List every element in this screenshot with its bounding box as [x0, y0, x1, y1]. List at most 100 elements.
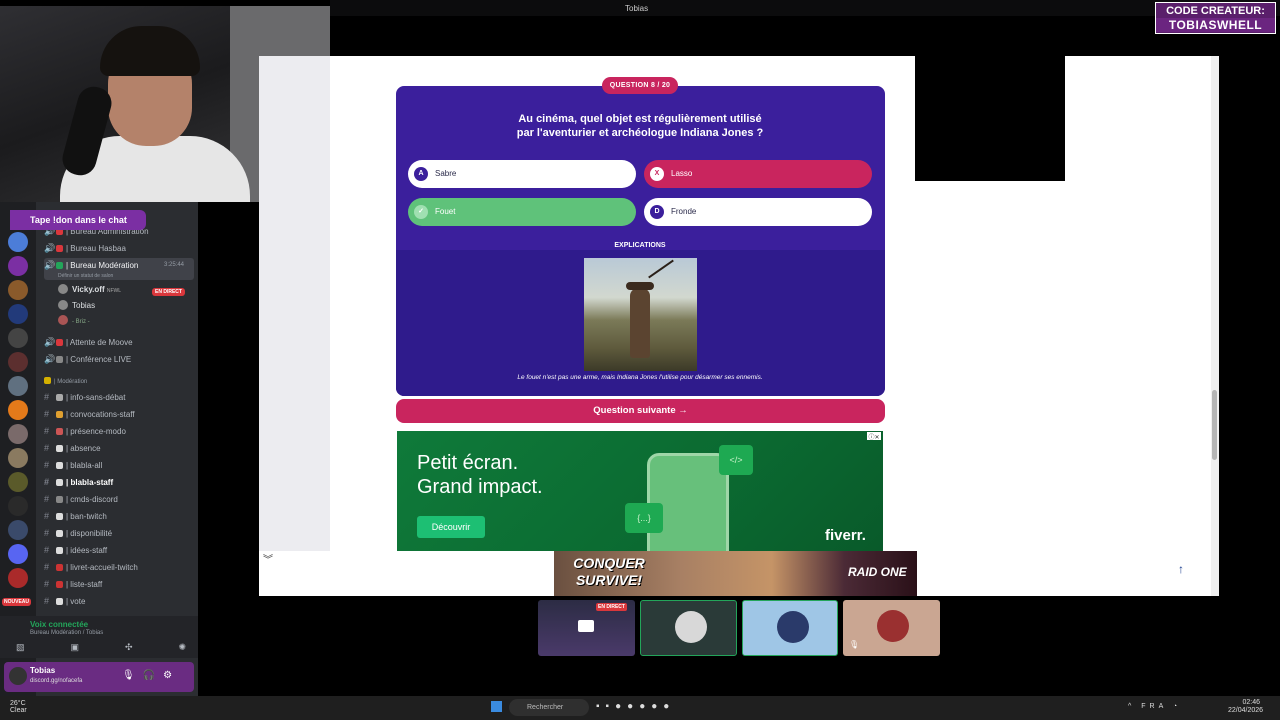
server-icon[interactable]: [8, 232, 28, 252]
avatar: [777, 611, 809, 643]
brackets-icon: {...}: [625, 503, 663, 533]
category-moderation[interactable]: | Modération: [44, 375, 194, 389]
muted-mic-icon: 🎙: [849, 640, 860, 649]
channel-bureau-moderation[interactable]: 🔊 | Bureau Modération 3:25:44 Définir un …: [44, 258, 194, 280]
server-icon[interactable]: [8, 448, 28, 468]
clock[interactable]: 02:46 22/04/2026: [1228, 699, 1263, 715]
channel-ban-twitch[interactable]: # | ban-twitch: [44, 509, 194, 523]
app-icon[interactable]: ●: [639, 701, 651, 712]
hash-icon: #: [44, 545, 50, 555]
server-icon[interactable]: [8, 568, 28, 588]
server-icon[interactable]: [8, 424, 28, 444]
taskbar-apps: ▪▪●●●●●: [596, 701, 675, 712]
mic-icon[interactable]: 🎙: [122, 670, 143, 681]
discord-icon[interactable]: ●: [651, 701, 663, 712]
screen-share-icon[interactable]: ▣: [70, 642, 79, 656]
scroll-to-top-icon[interactable]: ↑: [1178, 562, 1184, 576]
participant-tile[interactable]: [640, 600, 737, 656]
channel-blabla-all[interactable]: # | blabla-all: [44, 458, 194, 472]
server-icon[interactable]: [8, 496, 28, 516]
hash-icon: #: [44, 443, 50, 453]
channel-vote[interactable]: # | vote: [44, 594, 194, 608]
scrollbar[interactable]: [1211, 56, 1219, 596]
participant-tile[interactable]: [742, 600, 838, 656]
server-icon[interactable]: [8, 328, 28, 348]
channel-conference-live[interactable]: 🔊 | Conférence LIVE: [44, 352, 194, 366]
lang-indicator[interactable]: FRA: [1141, 703, 1167, 710]
hash-icon: #: [44, 511, 50, 521]
creator-code-value: TOBIASWHELL: [1156, 18, 1275, 32]
avatar: [58, 315, 68, 325]
windows-start-icon[interactable]: [491, 701, 502, 712]
channel-absence[interactable]: # | absence: [44, 441, 194, 455]
soundboard-icon[interactable]: ✺: [178, 642, 186, 656]
server-icon[interactable]: [8, 352, 28, 372]
server-icon[interactable]: [8, 544, 28, 564]
system-tray[interactable]: ^ FRA ◔: [1128, 703, 1181, 710]
chevron-up-icon[interactable]: ^: [1128, 703, 1135, 710]
headphones-icon[interactable]: 🎧: [143, 670, 163, 681]
server-icon[interactable]: [8, 520, 28, 540]
channel-blabla-staff[interactable]: # | blabla-staff: [44, 475, 194, 489]
server-icon[interactable]: [8, 472, 28, 492]
ad-cta-button[interactable]: Découvrir: [417, 516, 485, 538]
voice-member[interactable]: Tobias: [58, 299, 95, 313]
server-icon[interactable]: [8, 400, 28, 420]
wifi-icon[interactable]: ◔: [1173, 703, 1181, 710]
channel-liste-staff[interactable]: # | liste-staff: [44, 577, 194, 591]
browser-icon[interactable]: ●: [615, 701, 627, 712]
app-icon[interactable]: ●: [663, 701, 675, 712]
server-icon[interactable]: [8, 376, 28, 396]
question-text: Au cinéma, quel objet est régulièrement …: [516, 113, 764, 139]
wrong-icon: X: [650, 167, 664, 181]
channel-idees-staff[interactable]: # | idées-staff: [44, 543, 194, 557]
channel-attente-de-moove[interactable]: 🔊 | Attente de Moove: [44, 335, 194, 349]
answer-a[interactable]: A Sabre: [408, 160, 636, 188]
creator-code-badge: CODE CREATEUR: TOBIASWHELL: [1155, 2, 1276, 34]
answer-d[interactable]: D Fronde: [644, 198, 872, 226]
scrollbar-thumb[interactable]: [1212, 390, 1217, 460]
ad-headline: Petit écran. Grand impact.: [417, 452, 543, 498]
ad-brand: fiverr.: [825, 527, 866, 544]
channel-cmds-discord[interactable]: # | cmds-discord: [44, 492, 194, 506]
stream-tile[interactable]: EN DIRECT: [538, 600, 635, 656]
voice-member[interactable]: - Briz -: [58, 315, 90, 329]
activities-icon[interactable]: ✣: [125, 642, 133, 656]
folder-icon[interactable]: ▪: [606, 701, 616, 712]
next-question-button[interactable]: Question suivante →: [396, 399, 885, 423]
collapse-chevron-icon[interactable]: ︾: [263, 551, 273, 566]
gear-icon[interactable]: ⚙: [163, 670, 180, 681]
channel-disponibilite[interactable]: # | disponibilité: [44, 526, 194, 540]
avatar[interactable]: [9, 667, 27, 685]
participant-tile[interactable]: 🎙: [843, 600, 940, 656]
fiverr-ad[interactable]: </> {...} Petit écran. Grand impact. Déc…: [397, 431, 883, 551]
server-icon[interactable]: [8, 256, 28, 276]
banner-headline: CONQUER SURVIVE!: [573, 555, 645, 588]
server-icon[interactable]: [8, 304, 28, 324]
camera-off-icon[interactable]: ▧: [16, 642, 25, 656]
voice-channel[interactable]: Bureau Modération / Tobias: [30, 630, 103, 636]
explanation-caption: Le fouet n'est pas une arme, mais Indian…: [517, 374, 763, 381]
channel-status[interactable]: Définir un statut de salon: [58, 269, 113, 280]
answer-b[interactable]: X Lasso: [644, 160, 872, 188]
channel-info-sans-debat[interactable]: # | info-sans-débat: [44, 390, 194, 404]
voice-member[interactable]: Vicky.off NFWL: [58, 283, 121, 297]
creator-code-label: CODE CREATEUR:: [1166, 5, 1265, 17]
channel-convocations-staff[interactable]: # | convocations-staff: [44, 407, 194, 421]
taskbar-search[interactable]: Rechercher: [509, 699, 589, 716]
hash-icon: #: [44, 528, 50, 538]
app-icon[interactable]: ▪: [596, 701, 606, 712]
weather-widget[interactable]: 26°C Clear: [10, 700, 27, 714]
hash-icon: #: [44, 409, 50, 419]
game-banner-ad[interactable]: CONQUER SURVIVE! RAID ONE: [554, 551, 917, 596]
answer-c[interactable]: ✓ Fouet: [408, 198, 636, 226]
chat-banner: Tape !don dans le chat: [10, 210, 146, 230]
screen-icon: [578, 620, 594, 632]
server-icon[interactable]: [8, 280, 28, 300]
channel-presence-modo[interactable]: # | présence-modo: [44, 424, 194, 438]
ad-choices-icon[interactable]: ⓘ✕: [867, 432, 881, 441]
channel-livret-accueil-twitch[interactable]: # | livret-accueil-twitch: [44, 560, 194, 574]
code-icon: </>: [719, 445, 753, 475]
channel-bureau-hasbaa[interactable]: 🔊 | Bureau Hasbaa: [44, 241, 194, 255]
app-icon[interactable]: ●: [627, 701, 639, 712]
